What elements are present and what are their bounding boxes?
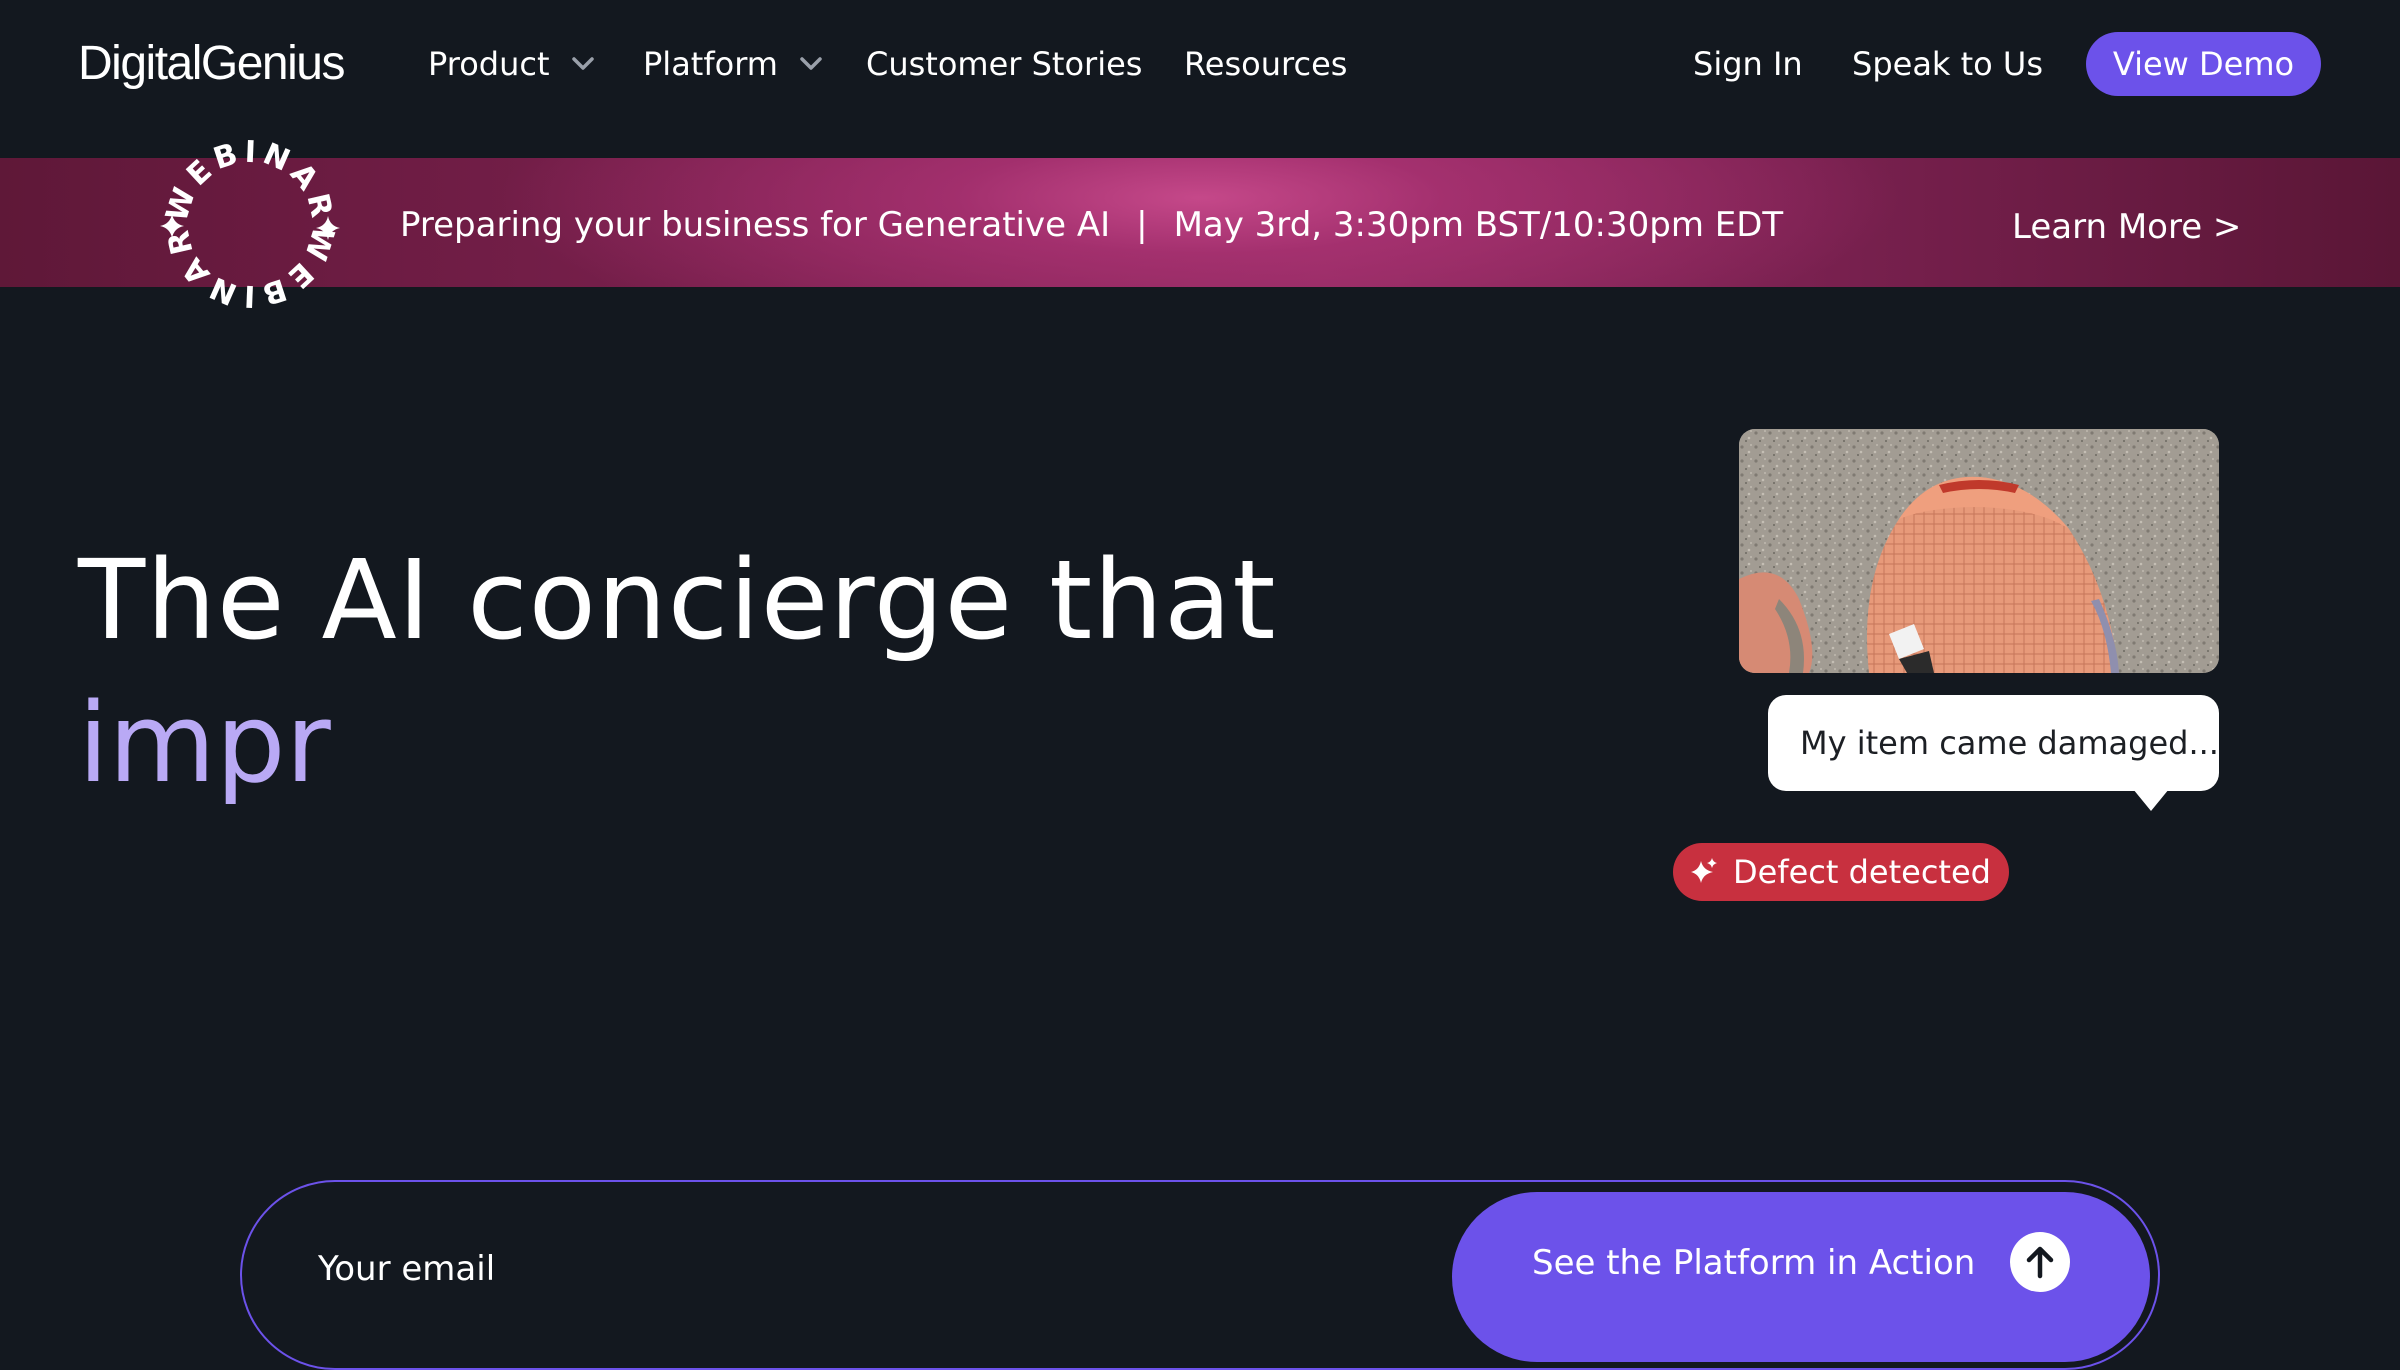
chat-bubble: My item came damaged... [1768, 695, 2219, 791]
learn-more-link[interactable]: Learn More > [2012, 202, 2241, 252]
svg-text:WEBINAR: WEBINAR [160, 222, 340, 313]
nav-resources[interactable]: Resources [1184, 42, 1347, 86]
arrow-up-icon [2010, 1232, 2070, 1292]
see-platform-button[interactable]: See the Platform in Action [1452, 1192, 2150, 1362]
product-photo [1739, 429, 2219, 673]
defect-detected-badge: Defect detected [1673, 843, 2009, 901]
speak-to-us-link[interactable]: Speak to Us [1852, 42, 2043, 86]
sparkle-icon [1691, 858, 1717, 883]
banner-separator: | [1136, 205, 1148, 245]
webinar-badge: WEBINAR WEBINAR [159, 135, 340, 313]
nav-product-label: Product [428, 45, 550, 83]
hero-headline: The AI concierge that [78, 536, 1277, 664]
chat-bubble-tail [2133, 789, 2169, 811]
banner-title: Preparing your business for Generative A… [400, 205, 1111, 245]
email-input[interactable] [316, 1234, 1316, 1304]
nav-product[interactable]: Product [428, 42, 594, 86]
nav-platform[interactable]: Platform [643, 42, 822, 86]
badge-text-top: WEBINAR [159, 135, 334, 226]
hero-headline-accent: impr [78, 679, 331, 807]
see-platform-label: See the Platform in Action [1532, 1243, 1976, 1283]
nav-customer-stories[interactable]: Customer Stories [866, 42, 1142, 86]
svg-text:WEBINAR: WEBINAR [159, 135, 339, 226]
chevron-down-icon [800, 57, 822, 70]
top-navigation: DigitalGenius Product Platform Customer … [0, 0, 2400, 158]
chevron-down-icon [571, 57, 594, 70]
logo[interactable]: DigitalGenius [78, 34, 345, 94]
badge-text-bottom: WEBINAR [160, 222, 340, 313]
banner-date: May 3rd, 3:30pm BST/10:30pm EDT [1173, 205, 1784, 245]
email-signup-form: See the Platform in Action [240, 1180, 2160, 1370]
banner-message: Preparing your business for Generative A… [400, 200, 1783, 250]
view-demo-button[interactable]: View Demo [2086, 32, 2321, 96]
defect-label: Defect detected [1733, 853, 1991, 891]
sign-in-link[interactable]: Sign In [1693, 42, 1803, 86]
nav-platform-label: Platform [643, 45, 778, 83]
